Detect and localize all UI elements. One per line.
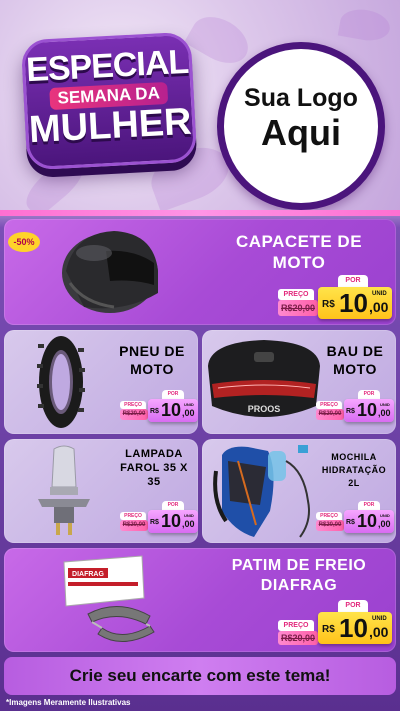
por-label: POR <box>338 600 368 612</box>
discount-badge: -50% <box>8 232 40 252</box>
por-label: POR <box>358 501 380 510</box>
disclaimer-text: *Imagens Meramente Ilustrativas <box>6 698 131 707</box>
product-title: BAU DE MOTO <box>326 343 384 377</box>
old-price: R$20,00 <box>278 300 318 316</box>
price-box: PREÇO R$20,00 POR R$ 10 UNID ,00 <box>314 390 394 426</box>
helmet-image <box>54 223 164 319</box>
new-price: R$ 10 UNID ,00 <box>318 287 392 319</box>
por-label: POR <box>338 275 368 287</box>
product-card-helmet[interactable]: CAPACETE DE MOTO PREÇO R$20,00 POR R$ 10… <box>4 219 396 325</box>
old-price: R$20,00 <box>278 631 318 645</box>
event-badge: ESPECIAL SEMANA DA MULHER <box>20 31 198 171</box>
product-card-backpack[interactable]: MOCHILA HIDRATAÇÃO 2L PREÇO R$20,00 POR … <box>202 439 396 543</box>
product-title: PNEU DE MOTO <box>119 343 185 377</box>
product-card-top-case[interactable]: PROOS BAU DE MOTO PREÇO R$20,00 POR R$ 1… <box>202 330 396 434</box>
cta-banner[interactable]: Crie seu encarte com este tema! <box>4 657 396 695</box>
logo-line-2: Aqui <box>261 112 341 153</box>
header-banner: ESPECIAL SEMANA DA MULHER Sua Logo Aqui <box>0 0 400 212</box>
product-title: PATIM DE FREIO DIAFRAG <box>231 557 367 594</box>
top-case-image: PROOS <box>204 336 324 430</box>
preco-label: PREÇO <box>278 289 314 300</box>
new-price: R$ 10 UNID ,00 <box>148 510 198 533</box>
product-card-brake-shoe[interactable]: DIAFRAG PATIM DE FREIO DIAFRAG PREÇO R$2… <box>4 548 396 652</box>
new-price: R$ 10 UNID ,00 <box>318 612 392 644</box>
product-title: CAPACETE DE MOTO <box>235 232 363 272</box>
new-price: R$ 10 UNID ,00 <box>344 510 394 533</box>
headlight-bulb-image <box>34 443 94 539</box>
price-box: PREÇO R$20,00 POR R$ 10 UNID ,00 <box>118 501 198 537</box>
price-box: PREÇO R$20,00 POR R$ 10 UNID ,00 <box>118 390 198 426</box>
tire-image <box>36 334 86 430</box>
case-brand-text: PROOS <box>248 404 281 414</box>
old-price: R$20,00 <box>316 520 344 531</box>
product-title: MOCHILA HIDRATAÇÃO 2L <box>321 452 387 488</box>
old-price: R$20,00 <box>120 520 148 531</box>
old-price: R$20,00 <box>120 409 148 420</box>
price-box: PREÇO R$20,00 POR R$ 10 UNID ,00 <box>314 501 394 537</box>
preco-label: PREÇO <box>120 512 146 520</box>
price-box: PREÇO R$20,00 POR R$ 10 UNID ,00 <box>276 600 394 646</box>
por-label: POR <box>358 390 380 399</box>
preco-label: PREÇO <box>120 401 146 409</box>
box-brand-text: DIAFRAG <box>72 571 104 578</box>
old-price: R$20,00 <box>316 409 344 420</box>
por-label: POR <box>162 390 184 399</box>
logo-placeholder[interactable]: Sua Logo Aqui <box>217 42 385 210</box>
badge-line-3: MULHER <box>28 100 193 152</box>
logo-line-1: Sua Logo <box>244 84 358 112</box>
preco-label: PREÇO <box>316 512 342 520</box>
price-box: PREÇO R$20,00 POR R$ 10 UNID ,00 <box>276 275 394 321</box>
preco-label: PREÇO <box>316 401 342 409</box>
brake-shoe-image: DIAFRAG <box>58 554 168 650</box>
product-title: LAMPADA FAROL 35 X 35 <box>120 448 188 488</box>
badge-line-1: ESPECIAL <box>25 42 190 90</box>
product-card-headlight[interactable]: LAMPADA FAROL 35 X 35 PREÇO R$20,00 POR … <box>4 439 198 543</box>
por-label: POR <box>162 501 184 510</box>
new-price: R$ 10 UNID ,00 <box>344 399 394 422</box>
header-divider <box>0 210 400 216</box>
product-card-tire[interactable]: PNEU DE MOTO PREÇO R$20,00 POR R$ 10 UNI… <box>4 330 198 434</box>
preco-label: PREÇO <box>278 620 314 631</box>
hydration-backpack-image <box>208 441 318 541</box>
new-price: R$ 10 UNID ,00 <box>148 399 198 422</box>
